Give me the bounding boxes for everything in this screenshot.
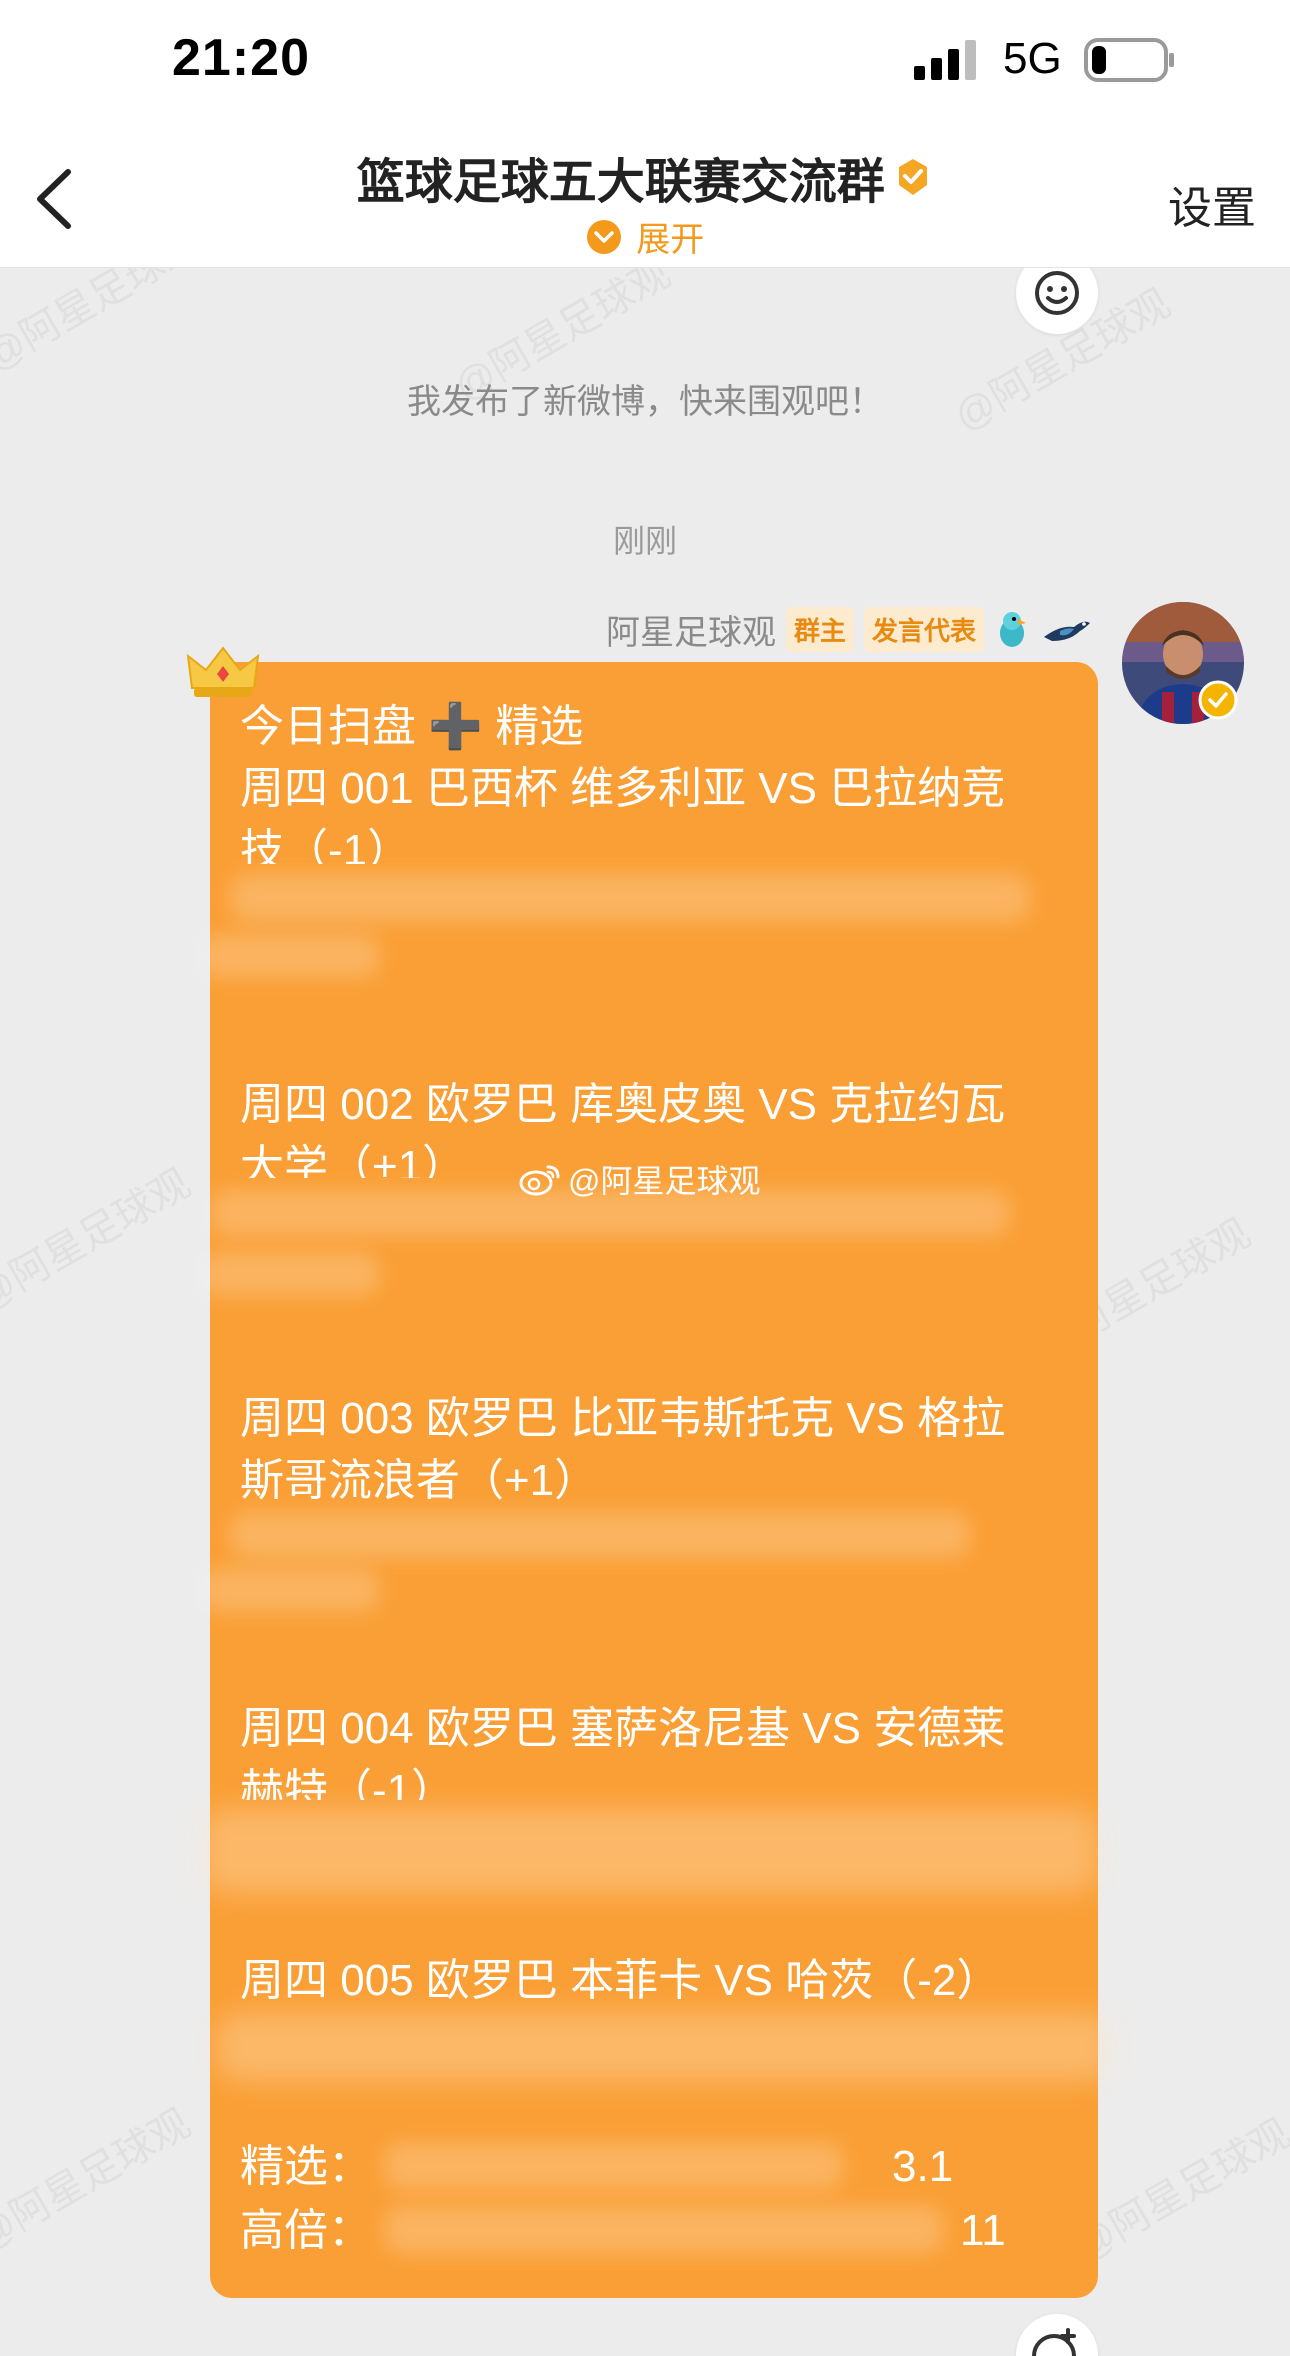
watermark: @阿星足球观	[0, 1161, 198, 1320]
blurred-content	[200, 1252, 380, 1296]
match-3-handicap: 斯哥流浪者（+1）	[240, 1456, 599, 1504]
blurred-content	[200, 934, 380, 978]
match-1-line: 周四 001 巴西杯 维多利亚 VS 巴拉纳竞	[240, 764, 1006, 813]
verified-user-icon	[1198, 680, 1238, 720]
speaker-tag: 发言代表	[863, 606, 984, 652]
watermark: @阿星足球观	[0, 268, 208, 380]
match-4-handicap: 赫特（-1）	[240, 1766, 456, 1800]
status-bar: 21:20 5G	[0, 0, 1290, 120]
smiley-icon	[1035, 271, 1079, 315]
emoji-reaction-button[interactable]	[1016, 268, 1098, 334]
signal-icon	[914, 40, 976, 80]
weibo-watermark: @阿星足球观	[518, 1154, 761, 1204]
sender-info: 阿星足球观 群主 发言代表	[606, 604, 1094, 654]
match-4-line: 周四 004 欧罗巴 塞萨洛尼基 VS 安德莱	[240, 1704, 1006, 1753]
magpie-badge-icon	[1044, 621, 1090, 641]
network-type: 5G	[1003, 34, 1062, 83]
chat-area[interactable]: @阿星足球观 @阿星足球观 @阿星足球观 @阿星足球观 @阿星足球观 @阿星足球…	[0, 268, 1290, 2356]
parrot-badge-icon	[1000, 612, 1026, 647]
emoji-reaction-button[interactable]	[1016, 2314, 1098, 2356]
blurred-content	[230, 874, 1030, 922]
blurred-content	[214, 2012, 1114, 2082]
match-5-line: 周四 005 欧罗巴 本菲卡 VS 哈茨（-2）	[240, 1956, 1001, 2005]
smiley-add-icon	[1032, 2328, 1076, 2356]
blurred-content	[200, 1808, 1100, 1894]
expand-toggle[interactable]: 展开	[0, 212, 1290, 261]
group-title: 篮球足球五大联赛交流群	[356, 156, 885, 209]
chevron-down-icon	[586, 219, 621, 254]
high-odds: 11	[960, 2206, 1006, 2255]
blurred-content	[200, 1568, 380, 1612]
blurred-content	[230, 1512, 970, 1558]
weibo-watermark-text: @阿星足球观	[568, 1163, 761, 1199]
group-title-row: 篮球足球五大联赛交流群	[0, 142, 1290, 212]
chat-header: 篮球足球五大联赛交流群 展开 设置	[0, 120, 1290, 268]
blurred-content	[384, 2206, 944, 2254]
owner-tag: 群主	[785, 606, 854, 652]
pick-label: 精选：	[240, 2142, 372, 2191]
system-message: 我发布了新微博，快来围观吧！	[407, 383, 883, 421]
settings-button[interactable]: 设置	[1168, 172, 1256, 236]
crown-icon	[186, 646, 260, 697]
message-timestamp: 刚刚	[612, 523, 677, 559]
match-3-line: 周四 003 欧罗巴 比亚韦斯托克 VS 格拉	[240, 1394, 1006, 1443]
match-1-handicap: 技（-1）	[240, 826, 412, 864]
chat-screen: 21:20 5G 篮球足球五大联赛交流群 展开 设置 @阿星足球观 @阿星足球观…	[0, 0, 1290, 2356]
weibo-logo-icon	[519, 1165, 560, 1196]
sender-name[interactable]: 阿星足球观	[606, 605, 776, 654]
watermark: @阿星足球观	[0, 2101, 198, 2260]
blurred-content	[384, 2142, 844, 2190]
pick-odds: 3.1	[892, 2142, 954, 2191]
message-heading: 今日扫盘 ➕ 精选	[240, 702, 584, 751]
match-2-handicap: 大学（+1）	[240, 1142, 467, 1178]
match-2-line: 周四 002 欧罗巴 库奥皮奥 VS 克拉约瓦	[240, 1080, 1006, 1129]
battery-icon	[1084, 38, 1174, 82]
verified-badge-icon	[899, 159, 928, 195]
expand-label: 展开	[636, 221, 705, 259]
status-time: 21:20	[172, 29, 310, 87]
high-odds-label: 高倍：	[240, 2206, 372, 2255]
